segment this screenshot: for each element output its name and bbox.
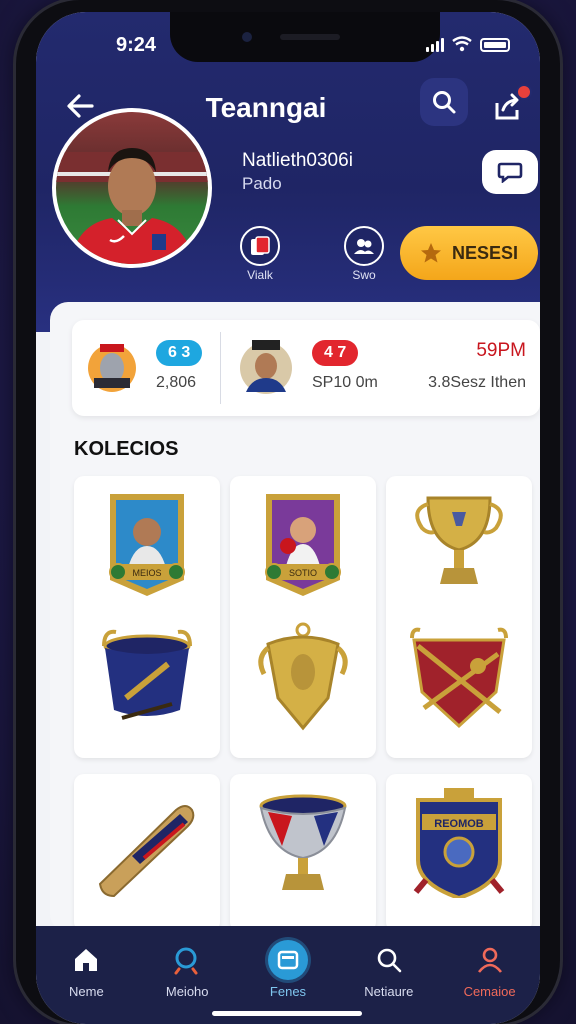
- username: Natlieth0306i: [242, 150, 353, 171]
- stat-pill-2: 4 7: [312, 340, 359, 366]
- notch: [170, 12, 440, 62]
- badge-swo[interactable]: [344, 226, 384, 266]
- nav-label-home: Neme: [69, 984, 104, 999]
- avatar[interactable]: [52, 108, 212, 268]
- follow-label: NESESI: [451, 242, 519, 263]
- item-banner-1: MEIOS: [132, 568, 162, 578]
- nav-label-cemaioe: Cemaioe: [463, 984, 516, 999]
- app-screen: 9:24 Teanngai Natlieth0306i Pado Vialk S…: [36, 12, 540, 1024]
- item-banner-2: SOTIO: [288, 568, 317, 578]
- stat-pill-1: 6 3: [156, 340, 203, 366]
- collection-tile-bottom-left[interactable]: [74, 774, 220, 932]
- collection-tile-top-middle[interactable]: SOTIO: [230, 476, 376, 758]
- collection-tile-bottom-right[interactable]: REOMOB: [386, 774, 532, 932]
- stat-sub-2: SP10 0m: [312, 374, 378, 391]
- user-role: Pado: [242, 174, 282, 193]
- player-badge-icon: [240, 340, 292, 394]
- gold-cup-icon[interactable]: [404, 490, 514, 600]
- mascot-badge-icon: [88, 344, 136, 392]
- blue-bucket-icon[interactable]: [92, 622, 202, 732]
- nav-cemaioe[interactable]: Cemaioe: [439, 926, 540, 1024]
- nav-fenes[interactable]: Fenes: [238, 926, 339, 1024]
- nav-label-fenes: Fenes: [269, 984, 307, 999]
- home-icon: [66, 940, 106, 980]
- home-indicator[interactable]: [212, 1011, 362, 1016]
- signal-icon: [426, 38, 444, 52]
- boxer-card-icon[interactable]: [248, 490, 358, 600]
- phone-frame: 9:24 Teanngai Natlieth0306i Pado Vialk S…: [16, 0, 560, 1024]
- search-icon: [433, 91, 456, 114]
- status-time: 9:24: [116, 34, 157, 56]
- nav-home[interactable]: Neme: [36, 926, 137, 1024]
- search-icon: [369, 940, 409, 980]
- badge-vialk[interactable]: [240, 226, 280, 266]
- collection-icon: [267, 940, 308, 980]
- notifications-button[interactable]: [492, 84, 532, 124]
- wooden-bat-icon[interactable]: [92, 788, 202, 898]
- nav-label-netiaure: Netiaure: [364, 984, 414, 999]
- follow-button[interactable]: NESESI: [400, 226, 538, 280]
- collection-tile-bottom-middle[interactable]: [230, 774, 376, 932]
- page-title: Teanngai: [205, 92, 327, 123]
- status-icons: [426, 36, 510, 52]
- nav-label-meioho: Meioho: [165, 984, 209, 999]
- wifi-icon: [452, 36, 472, 52]
- cards-icon: [251, 236, 270, 255]
- search-ring-icon: [167, 940, 207, 980]
- collection-tile-top-right[interactable]: [386, 476, 532, 758]
- stats-divider: [220, 332, 221, 404]
- silver-chalice-icon[interactable]: [248, 788, 358, 898]
- profile-icon: [470, 940, 510, 980]
- stats-card: 6 3 2,806 4 7 SP10 0m 59PM 3.8Sesz Ithen: [72, 320, 540, 416]
- blue-crest-icon[interactable]: [404, 788, 514, 898]
- search-button[interactable]: [420, 78, 468, 126]
- chat-bubble-icon: [497, 162, 523, 183]
- red-banner-shield-icon[interactable]: [404, 622, 514, 732]
- content-panel: 6 3 2,806 4 7 SP10 0m 59PM 3.8Sesz Ithen…: [50, 302, 540, 932]
- notification-badge: [516, 84, 532, 100]
- player-card-icon[interactable]: [92, 490, 202, 600]
- message-button[interactable]: [482, 150, 538, 194]
- item-banner-9: REOMOB: [434, 818, 484, 830]
- player-photo: [56, 148, 208, 264]
- badge-label-swo: Swo: [352, 268, 376, 282]
- badge-label-vialk: Vialk: [247, 268, 273, 282]
- stat-sub-3: 3.8Sesz Ithen: [428, 374, 526, 391]
- bottom-nav: Neme Meioho Fenes Netiaure Cemaioe: [36, 926, 540, 1024]
- battery-icon: [480, 38, 510, 52]
- gold-shield-icon[interactable]: [248, 622, 358, 732]
- star-icon: [420, 243, 441, 263]
- collection-title: KOLECIOS: [74, 438, 179, 460]
- nav-meioho[interactable]: Meioho: [137, 926, 238, 1024]
- nav-netiaure[interactable]: Netiaure: [338, 926, 439, 1024]
- stat-sub-1: 2,806: [156, 374, 197, 391]
- collection-tile-top-left[interactable]: MEIOS: [74, 476, 220, 758]
- stat-value-3: 59PM: [476, 340, 526, 361]
- team-icon: [354, 239, 374, 254]
